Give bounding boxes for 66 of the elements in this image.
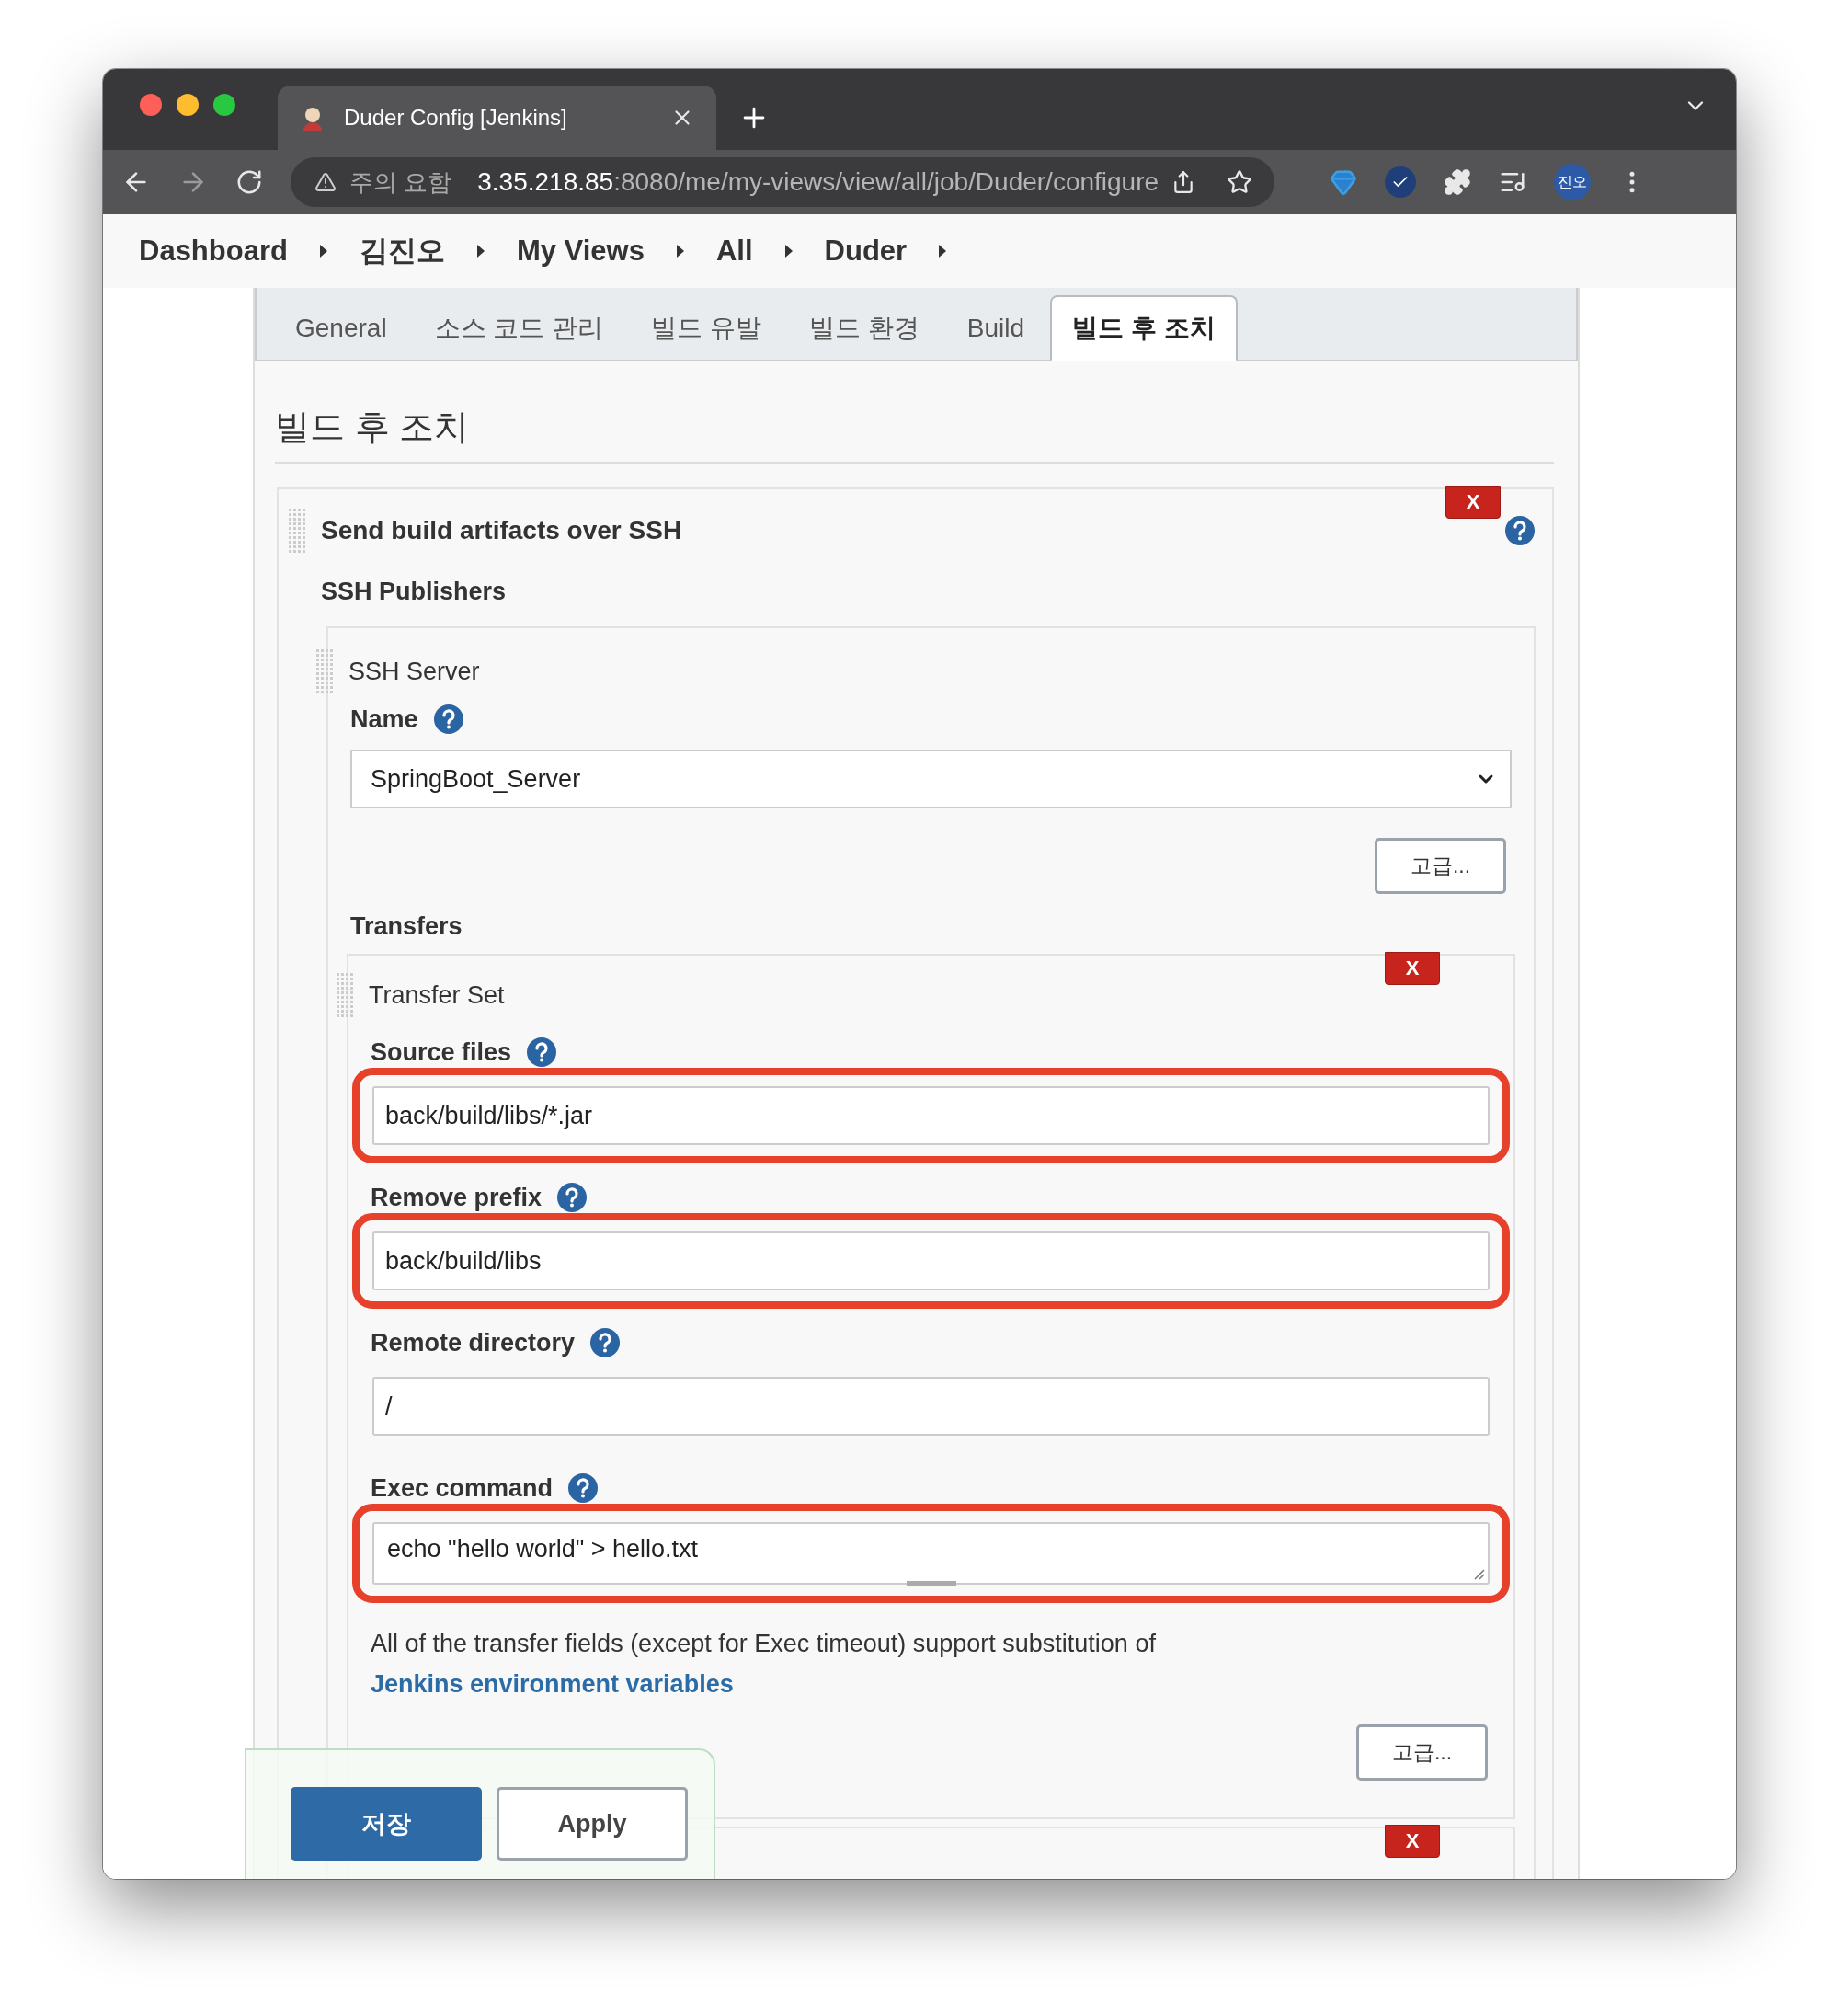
apply-button[interactable]: Apply [497,1787,688,1861]
publisher-title: Send build artifacts over SSH [321,516,682,545]
url-text: 3.35.218.85:8080/me/my-views/view/all/job/Duder/configure [477,167,1159,197]
advanced-button[interactable]: 고급... [1356,1724,1488,1781]
caret-icon[interactable] [475,244,485,258]
zoom-window-button[interactable] [213,94,235,116]
address-bar[interactable]: 주의 요함 3.35.218.85:8080/me/my-views/view/all/job/Duder/configure [291,157,1274,207]
section-tab[interactable]: General [273,295,409,361]
publishers-label: SSH Publishers [321,578,507,605]
save-button[interactable]: 저장 [291,1787,482,1861]
drag-handle-icon[interactable] [288,508,308,554]
text-field[interactable]: back/build/libs/*.jar [372,1086,1490,1145]
env-vars-link[interactable]: Jenkins environment variables [371,1670,734,1698]
field-label: Remove prefix [371,1183,543,1212]
star-icon[interactable] [1227,169,1253,195]
section-tab[interactable]: 소스 코드 관리 [412,295,626,361]
server-select[interactable]: SpringBoot_Server [350,750,1512,808]
breadcrumb-link[interactable]: Duder [824,235,908,268]
help-icon[interactable] [589,1327,622,1358]
delete-button[interactable]: X [1385,952,1440,985]
section-tab[interactable]: 빌드 후 조치 [1050,295,1238,361]
help-icon[interactable] [432,704,464,735]
browser-tab[interactable]: Duder Config [Jenkins] [278,86,716,150]
exec-command-field[interactable]: echo "hello world" > hello.txt [372,1522,1490,1585]
help-icon[interactable] [556,1182,588,1213]
drag-handle-icon[interactable] [336,972,356,1018]
breadcrumb-link[interactable]: 김진오 [359,232,445,270]
caret-icon[interactable] [318,244,328,258]
security-label: 주의 요함 [349,166,452,198]
profile-avatar[interactable]: 진오 [1554,164,1591,200]
field-label: Source files [371,1037,512,1067]
section-tab[interactable]: 빌드 환경 [786,295,942,361]
caret-icon[interactable] [783,244,794,258]
breadcrumb-link[interactable]: All [715,235,753,268]
server-title: SSH Server [348,657,480,686]
transfers-label: Transfers [350,912,463,940]
minimize-window-button[interactable] [177,94,199,116]
breadcrumb-link[interactable]: Dashboard [139,235,288,268]
delete-button[interactable]: X [1385,1825,1440,1858]
gem-icon[interactable] [1330,168,1357,196]
transfer-set-title: Transfer Set [369,980,505,1010]
help-icon[interactable] [1504,515,1536,546]
warning-icon [314,171,337,193]
advanced-button[interactable]: 고급... [1375,838,1506,894]
field-label: Exec command [371,1473,554,1503]
section-heading: 빌드 후 조치 [275,404,1554,464]
resize-handle-icon[interactable] [1472,1567,1485,1580]
help-text: All of the transfer fields (except for Exec timeout) support substitution of Jenkins environment variables [371,1629,1157,1700]
section-tab[interactable]: Build [944,295,1046,361]
reload-icon[interactable] [235,168,263,196]
text-field[interactable]: / [372,1377,1490,1436]
breadcrumb-link[interactable]: My Views [516,235,645,268]
check-icon[interactable] [1385,166,1416,198]
field-label: Name [350,704,418,734]
help-icon[interactable] [567,1472,600,1504]
close-window-button[interactable] [140,94,162,116]
delete-button[interactable]: X [1445,486,1501,519]
field-label: Remote directory [371,1328,576,1357]
tab-title: Duder Config [Jenkins] [344,105,568,131]
section-tab[interactable]: 빌드 유발 [629,295,783,361]
drag-handle-icon[interactable] [315,648,336,694]
caret-icon[interactable] [675,244,685,258]
caret-icon[interactable] [938,244,948,258]
help-icon[interactable] [526,1037,558,1068]
text-field[interactable]: back/build/libs [372,1231,1490,1290]
puzzle-icon[interactable] [1444,168,1471,196]
